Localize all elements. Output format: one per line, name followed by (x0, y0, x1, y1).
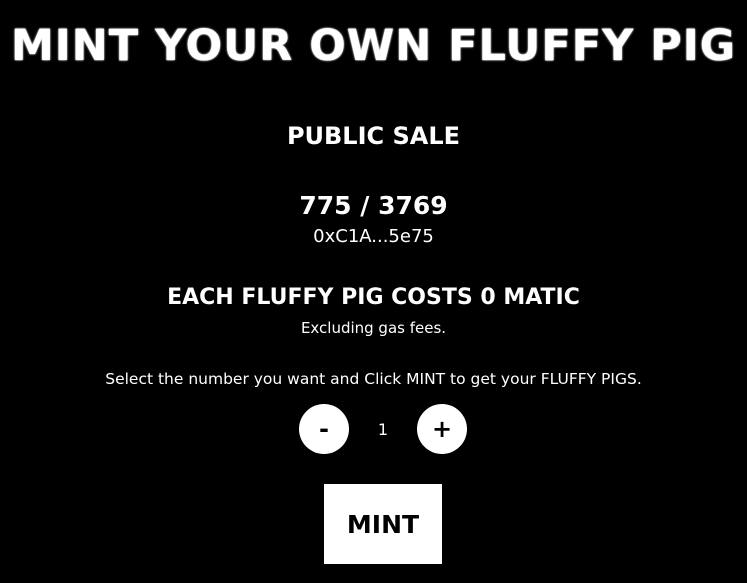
mint-instructions: Select the number you want and Click MIN… (105, 370, 642, 388)
decrement-button[interactable]: - (299, 404, 349, 454)
price-text: EACH FLUFFY PIG COSTS 0 MATIC (167, 285, 580, 310)
quantity-value: 1 (377, 419, 389, 439)
mint-page: MINT YOUR OWN FLUFFY PIG PUBLIC SALE 775… (0, 0, 747, 583)
contract-address: 0xC1A...5e75 (313, 226, 434, 247)
sale-phase-label: PUBLIC SALE (286, 122, 461, 150)
mint-button[interactable]: MINT (324, 484, 442, 564)
supply-counter: 775 / 3769 (299, 191, 448, 220)
increment-button[interactable]: + (417, 404, 467, 454)
page-title: MINT YOUR OWN FLUFFY PIG (11, 21, 736, 71)
gas-fees-note: Excluding gas fees. (300, 319, 447, 337)
